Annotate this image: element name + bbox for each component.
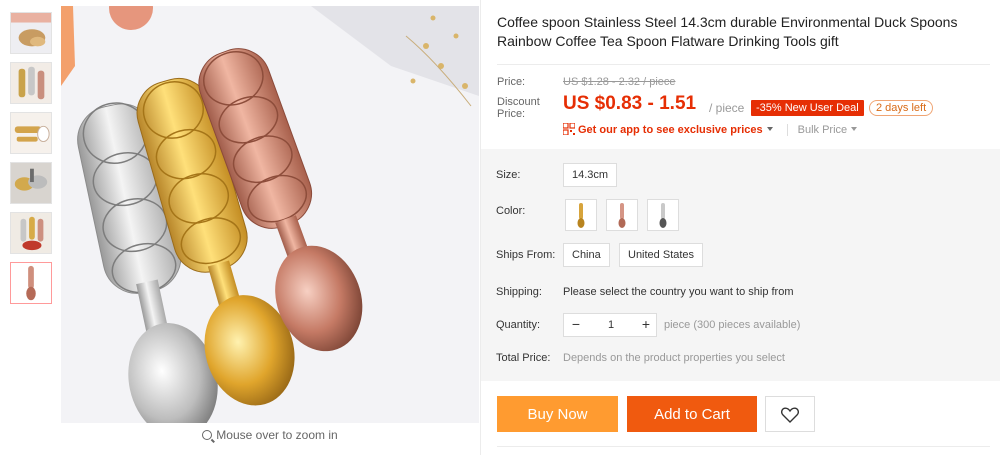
wishlist-button[interactable] bbox=[765, 396, 815, 432]
color-option-gold[interactable] bbox=[565, 199, 597, 231]
thumbnail-list bbox=[10, 12, 54, 312]
heart-icon bbox=[781, 407, 799, 423]
bottom-divider bbox=[497, 446, 990, 447]
bulk-price-dropdown[interactable]: Bulk Price bbox=[786, 124, 858, 136]
price-label: Price: bbox=[497, 76, 526, 88]
discount-price: US $0.83 - 1.51 bbox=[563, 93, 697, 114]
product-properties: Size: 14.3cm Color: Ships From: China Un… bbox=[481, 149, 1000, 381]
ships-from-label: Ships From: bbox=[496, 249, 556, 261]
zoom-hint: Mouse over to zoom in bbox=[61, 428, 479, 442]
color-option-rose-gold[interactable] bbox=[606, 199, 638, 231]
per-piece-unit: / piece bbox=[709, 101, 745, 115]
thumbnail-1[interactable] bbox=[10, 12, 52, 54]
thumbnail-5[interactable] bbox=[10, 212, 52, 254]
product-detail-panel: Coffee spoon Stainless Steel 14.3cm dura… bbox=[481, 0, 1000, 455]
shipping-label: Shipping: bbox=[496, 286, 542, 298]
quantity-stepper: − + bbox=[563, 313, 657, 337]
buy-now-button[interactable]: Buy Now bbox=[497, 396, 618, 432]
discount-price-label: Discount Price: bbox=[497, 96, 540, 120]
quantity-plus-button[interactable]: + bbox=[634, 314, 658, 336]
new-user-deal-badge: -35% New User Deal bbox=[751, 100, 864, 116]
app-exclusive-prices-link[interactable]: Get our app to see exclusive prices bbox=[578, 124, 763, 136]
thumbnail-4[interactable] bbox=[10, 162, 52, 204]
add-to-cart-button[interactable]: Add to Cart bbox=[627, 396, 757, 432]
magnifier-icon bbox=[202, 430, 213, 440]
size-option-14-3cm[interactable]: 14.3cm bbox=[563, 163, 618, 187]
total-price-text: Depends on the product properties you se… bbox=[563, 352, 785, 364]
days-left-badge: 2 days left bbox=[869, 100, 934, 116]
zoom-hint-text: Mouse over to zoom in bbox=[216, 428, 338, 442]
thumbnail-6[interactable] bbox=[10, 262, 52, 304]
quantity-input[interactable] bbox=[588, 314, 634, 336]
chevron-down-icon[interactable] bbox=[766, 127, 773, 131]
color-option-silver[interactable] bbox=[647, 199, 679, 231]
size-label: Size: bbox=[496, 169, 521, 181]
product-title: Coffee spoon Stainless Steel 14.3cm dura… bbox=[497, 14, 958, 49]
original-price: US $1.28 - 2.32 / piece bbox=[563, 76, 676, 88]
title-divider bbox=[497, 64, 990, 65]
thumbnail-2[interactable] bbox=[10, 62, 52, 104]
quantity-available-note: piece (300 pieces available) bbox=[664, 319, 801, 331]
qr-code-icon bbox=[562, 122, 576, 136]
chevron-down-icon bbox=[851, 127, 858, 131]
main-product-image[interactable] bbox=[61, 6, 479, 423]
total-price-label: Total Price: bbox=[496, 352, 551, 364]
thumbnail-3[interactable] bbox=[10, 112, 52, 154]
shipping-text: Please select the country you want to sh… bbox=[563, 286, 794, 298]
ships-from-china[interactable]: China bbox=[563, 243, 610, 267]
quantity-minus-button[interactable]: − bbox=[564, 314, 588, 336]
app-price-row: Get our app to see exclusive prices Bulk … bbox=[562, 122, 858, 136]
color-label: Color: bbox=[496, 205, 526, 217]
ships-from-united-states[interactable]: United States bbox=[619, 243, 704, 267]
quantity-label: Quantity: bbox=[496, 319, 541, 331]
bulk-price-label: Bulk Price bbox=[797, 124, 848, 136]
